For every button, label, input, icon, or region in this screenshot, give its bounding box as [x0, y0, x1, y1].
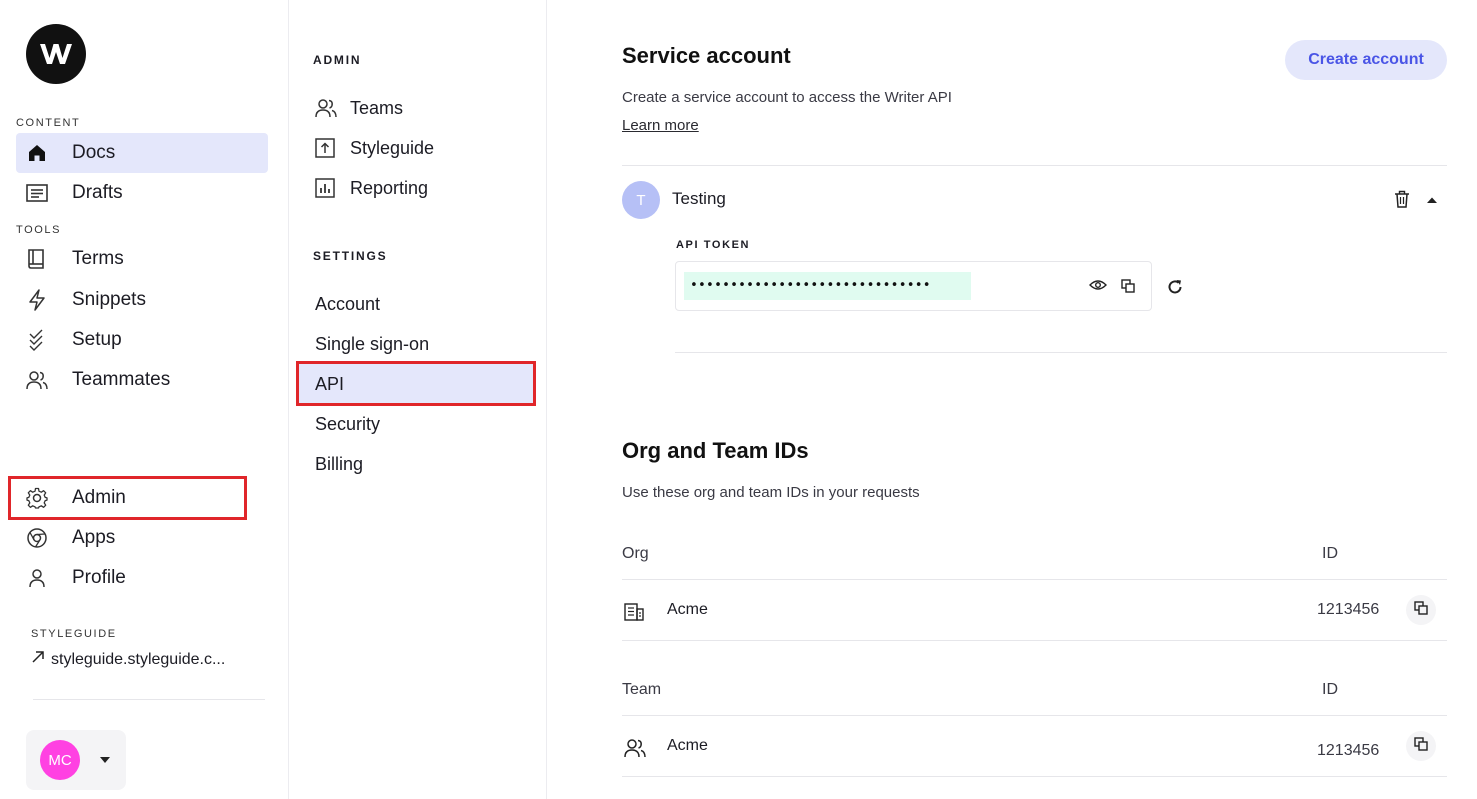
- people-icon: [16, 370, 56, 390]
- styleguide-link[interactable]: styleguide.styleguide.c...: [31, 650, 225, 669]
- admin-item-styleguide[interactable]: Styleguide: [315, 128, 434, 168]
- settings-section-label: SETTINGS: [313, 249, 388, 263]
- sidebar-item-label: Terms: [72, 248, 124, 269]
- caret-down-icon: [100, 757, 110, 763]
- sidebar-item-setup[interactable]: Setup: [16, 320, 268, 360]
- admin-item-reporting[interactable]: Reporting: [315, 168, 428, 208]
- sidebar-item-drafts[interactable]: Drafts: [16, 173, 268, 213]
- eye-icon: [1089, 278, 1107, 296]
- caret-up-icon: [1426, 191, 1438, 209]
- user-icon: [16, 568, 56, 588]
- admin-item-teams[interactable]: Teams: [315, 88, 403, 128]
- checks-icon: [16, 329, 56, 351]
- admin-item-label: Teams: [350, 97, 404, 118]
- divider: [622, 776, 1447, 777]
- refresh-icon: [1167, 279, 1183, 300]
- account-name: Testing: [672, 189, 726, 208]
- sidebar-item-terms[interactable]: Terms: [16, 239, 268, 279]
- divider: [622, 165, 1447, 166]
- divider: [622, 715, 1447, 716]
- main-content: Service account Create a service account…: [547, 0, 1477, 799]
- delete-account-button[interactable]: [1390, 189, 1414, 213]
- admin-item-label: Styleguide: [350, 137, 435, 158]
- create-account-button[interactable]: Create account: [1285, 40, 1447, 80]
- writer-logo[interactable]: [26, 24, 86, 84]
- learn-more-link[interactable]: Learn more: [622, 117, 699, 134]
- copy-icon: [1121, 278, 1135, 298]
- team-name: Acme: [667, 737, 708, 754]
- sidebar-item-label: Profile: [72, 567, 126, 588]
- sidebar-item-profile[interactable]: Profile: [16, 558, 268, 598]
- bolt-icon: [16, 289, 56, 311]
- styleguide-link-text: styleguide.styleguide.c...: [51, 650, 226, 668]
- admin-nav: ADMIN Teams Styleguide Reporting SETTING…: [290, 0, 547, 799]
- people-icon: [624, 738, 646, 763]
- sidebar-item-label: Setup: [72, 329, 122, 350]
- org-column-header: Org: [622, 545, 649, 562]
- copy-org-id-button[interactable]: [1406, 595, 1436, 625]
- home-icon: [16, 143, 56, 163]
- divider: [675, 352, 1447, 353]
- sidebar-item-label: Apps: [72, 527, 116, 548]
- settings-item-account[interactable]: Account: [297, 284, 535, 324]
- show-token-button[interactable]: [1088, 278, 1108, 296]
- sidebar-item-label: Docs: [72, 142, 116, 163]
- api-token-label: API TOKEN: [676, 239, 751, 251]
- upload-box-icon: [315, 138, 337, 158]
- user-menu-button[interactable]: MC: [26, 730, 126, 790]
- avatar: MC: [40, 740, 80, 780]
- sidebar-item-teammates[interactable]: Teammates: [16, 360, 268, 400]
- regenerate-token-button[interactable]: [1165, 279, 1185, 299]
- admin-item-label: Reporting: [350, 177, 429, 198]
- sidebar-divider: [33, 699, 265, 700]
- sidebar-item-label: Teammates: [72, 369, 171, 390]
- copy-icon: [1414, 600, 1428, 620]
- trash-icon: [1394, 190, 1410, 213]
- admin-highlight-box: [8, 476, 247, 520]
- people-icon: [315, 98, 337, 118]
- sidebar-item-label: Snippets: [72, 289, 146, 310]
- settings-item-security[interactable]: Security: [297, 404, 535, 444]
- sidebar-item-apps[interactable]: Apps: [16, 518, 268, 558]
- id-column-header: ID: [1322, 545, 1338, 562]
- org-id: 1213456: [1317, 601, 1380, 618]
- tools-section-label: TOOLS: [16, 224, 62, 236]
- divider: [622, 579, 1447, 580]
- primary-sidebar: CONTENT Docs Drafts TOOLS Terms Snippets…: [0, 0, 289, 799]
- team-id: 1213456: [1317, 742, 1380, 759]
- copy-icon: [1414, 736, 1428, 756]
- collapse-account-button[interactable]: [1422, 192, 1442, 208]
- id-column-header: ID: [1322, 681, 1338, 698]
- bar-chart-icon: [315, 178, 337, 198]
- org-team-ids-title: Org and Team IDs: [622, 438, 809, 463]
- writer-logo-icon: [40, 44, 72, 64]
- external-arrow-icon: [31, 650, 45, 669]
- sidebar-item-snippets[interactable]: Snippets: [16, 280, 268, 320]
- api-token-field: ••••••••••••••••••••••••••••••: [675, 261, 1152, 311]
- api-highlight-box: [296, 361, 536, 406]
- divider: [622, 640, 1447, 641]
- team-column-header: Team: [622, 681, 662, 698]
- book-icon: [16, 248, 56, 270]
- service-account-title: Service account: [622, 43, 791, 68]
- drafts-icon: [16, 184, 56, 202]
- sidebar-item-label: Drafts: [72, 182, 123, 203]
- settings-item-billing[interactable]: Billing: [297, 444, 535, 484]
- sidebar-item-docs[interactable]: Docs: [16, 133, 268, 173]
- api-token-value[interactable]: ••••••••••••••••••••••••••••••: [684, 272, 971, 300]
- content-section-label: CONTENT: [16, 117, 81, 129]
- copy-team-id-button[interactable]: [1406, 731, 1436, 761]
- styleguide-section-label: STYLEGUIDE: [31, 628, 117, 640]
- account-avatar: T: [622, 181, 660, 219]
- org-team-ids-subtitle: Use these org and team IDs in your reque…: [622, 484, 920, 501]
- service-account-subtitle: Create a service account to access the W…: [622, 89, 952, 106]
- admin-section-label: ADMIN: [313, 53, 362, 67]
- building-icon: [624, 603, 644, 626]
- chrome-icon: [16, 527, 56, 549]
- org-name: Acme: [667, 601, 708, 618]
- copy-token-button[interactable]: [1119, 278, 1137, 298]
- settings-item-single-sign-on[interactable]: Single sign-on: [297, 324, 535, 364]
